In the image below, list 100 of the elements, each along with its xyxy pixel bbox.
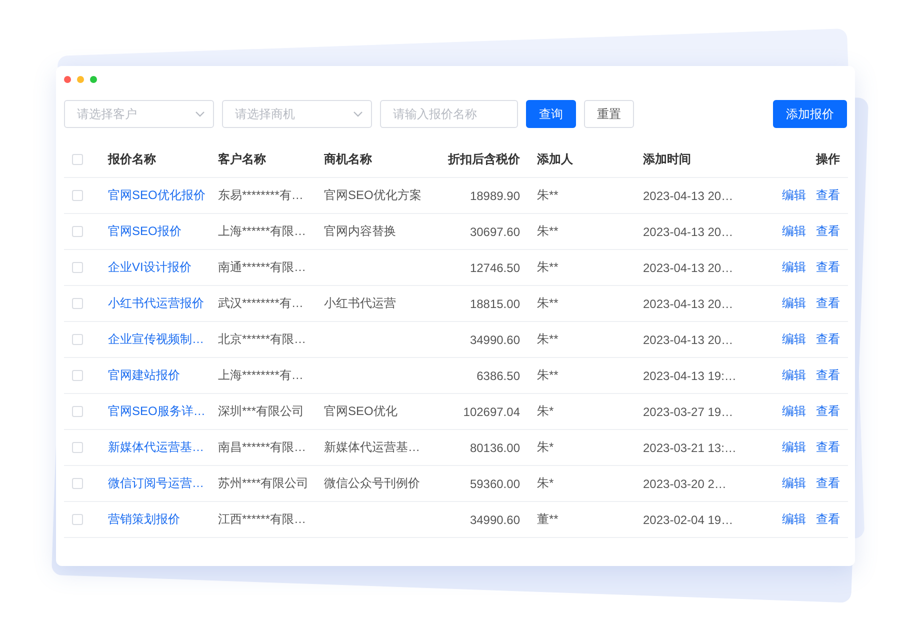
table-cell: 2023-02-04 19… xyxy=(643,512,734,526)
edit-link[interactable]: 编辑 xyxy=(782,187,806,204)
table-cell: 2023-04-13 20… xyxy=(643,332,734,346)
table-cell: 南通******有限… xyxy=(218,259,306,276)
view-link[interactable]: 查看 xyxy=(816,475,840,492)
quote-name-link[interactable]: 营销策划报价 xyxy=(108,511,180,528)
table-cell: 朱** xyxy=(537,295,558,312)
edit-link[interactable]: 编辑 xyxy=(782,259,806,276)
column-header: 商机名称 xyxy=(324,151,372,168)
table-cell: 18815.00 xyxy=(470,296,520,310)
table-cell: 朱* xyxy=(537,439,554,456)
quote-name-link[interactable]: 官网建站报价 xyxy=(108,367,180,384)
column-header: 添加时间 xyxy=(643,151,691,168)
add-quote-button[interactable]: 添加报价 xyxy=(773,100,847,128)
column-header: 客户名称 xyxy=(218,151,266,168)
row-checkbox[interactable] xyxy=(72,406,83,417)
view-link[interactable]: 查看 xyxy=(816,403,840,420)
quote-name-link[interactable]: 微信订阅号运营… xyxy=(108,475,204,492)
table-cell: 2023-03-27 19… xyxy=(643,404,734,418)
quote-name-link[interactable]: 企业VI设计报价 xyxy=(108,259,192,276)
close-icon[interactable] xyxy=(64,76,71,83)
table-cell: 深圳***有限公司 xyxy=(218,403,304,420)
row-checkbox[interactable] xyxy=(72,334,83,345)
table-cell: 2023-04-13 20… xyxy=(643,296,734,310)
table-cell: 朱* xyxy=(537,403,554,420)
table-cell: 朱** xyxy=(537,187,558,204)
column-header: 报价名称 xyxy=(108,151,156,168)
row-checkbox[interactable] xyxy=(72,442,83,453)
edit-link[interactable]: 编辑 xyxy=(782,223,806,240)
quote-name-link[interactable]: 小红书代运营报价 xyxy=(108,295,204,312)
table-cell: 2023-03-20 2… xyxy=(643,476,726,490)
edit-link[interactable]: 编辑 xyxy=(782,439,806,456)
view-link[interactable]: 查看 xyxy=(816,439,840,456)
select-all-checkbox[interactable] xyxy=(72,154,83,165)
edit-link[interactable]: 编辑 xyxy=(782,295,806,312)
table-cell: 小红书代运营 xyxy=(324,295,396,312)
table-cell: 12746.50 xyxy=(470,260,520,274)
quote-name-link[interactable]: 企业宣传视频制… xyxy=(108,331,204,348)
table-cell: 东易********有… xyxy=(218,187,304,204)
table-cell: 80136.00 xyxy=(470,440,520,454)
table-cell: 朱** xyxy=(537,259,558,276)
table-cell: 18989.90 xyxy=(470,188,520,202)
table-cell: 2023-04-13 20… xyxy=(643,224,734,238)
table-cell: 上海******有限… xyxy=(218,223,306,240)
table-cell: 102697.04 xyxy=(463,404,520,418)
minimize-icon[interactable] xyxy=(77,76,84,83)
row-checkbox[interactable] xyxy=(72,190,83,201)
table-cell: 30697.60 xyxy=(470,224,520,238)
table-cell: 朱** xyxy=(537,223,558,240)
maximize-icon[interactable] xyxy=(90,76,97,83)
table-cell: 上海********有… xyxy=(218,367,304,384)
row-checkbox[interactable] xyxy=(72,262,83,273)
table-cell: 2023-04-13 20… xyxy=(643,260,734,274)
edit-link[interactable]: 编辑 xyxy=(782,367,806,384)
row-checkbox[interactable] xyxy=(72,370,83,381)
view-link[interactable]: 查看 xyxy=(816,259,840,276)
table-cell: 武汉********有… xyxy=(218,295,304,312)
view-link[interactable]: 查看 xyxy=(816,331,840,348)
column-header: 折扣后含税价 xyxy=(448,151,520,168)
table-cell: 官网SEO优化方案 xyxy=(324,187,422,204)
column-header: 操作 xyxy=(816,151,840,168)
chevron-down-icon xyxy=(195,111,205,117)
view-link[interactable]: 查看 xyxy=(816,511,840,528)
reset-button[interactable]: 重置 xyxy=(584,100,634,128)
quote-name-link[interactable]: 官网SEO报价 xyxy=(108,223,182,240)
row-checkbox[interactable] xyxy=(72,478,83,489)
table-cell: 2023-03-21 13:… xyxy=(643,440,736,454)
table-cell: 董** xyxy=(537,511,558,528)
edit-link[interactable]: 编辑 xyxy=(782,511,806,528)
quote-name-link[interactable]: 新媒体代运营基… xyxy=(108,439,204,456)
table-cell: 34990.60 xyxy=(470,512,520,526)
row-checkbox[interactable] xyxy=(72,514,83,525)
table-cell: 北京******有限… xyxy=(218,331,306,348)
column-header: 添加人 xyxy=(537,151,573,168)
table-cell: 新媒体代运营基… xyxy=(324,439,420,456)
quote-name-link[interactable]: 官网SEO优化报价 xyxy=(108,187,206,204)
quote-name-link[interactable]: 官网SEO服务详… xyxy=(108,403,206,420)
table-cell: 34990.60 xyxy=(470,332,520,346)
edit-link[interactable]: 编辑 xyxy=(782,403,806,420)
table-cell: 南昌******有限… xyxy=(218,439,306,456)
table-cell: 59360.00 xyxy=(470,476,520,490)
table-cell: 朱** xyxy=(537,367,558,384)
view-link[interactable]: 查看 xyxy=(816,187,840,204)
view-link[interactable]: 查看 xyxy=(816,295,840,312)
table-cell: 江西******有限… xyxy=(218,511,306,528)
table-cell: 朱** xyxy=(537,331,558,348)
table-cell: 官网内容替换 xyxy=(324,223,396,240)
row-checkbox[interactable] xyxy=(72,298,83,309)
edit-link[interactable]: 编辑 xyxy=(782,475,806,492)
table-cell: 2023-04-13 19:… xyxy=(643,368,736,382)
view-link[interactable]: 查看 xyxy=(816,367,840,384)
table-cell: 微信公众号刊例价 xyxy=(324,475,420,492)
quote-name-field[interactable]: 请输入报价名称 xyxy=(380,100,518,128)
table-cell: 官网SEO优化 xyxy=(324,403,398,420)
chevron-down-icon xyxy=(353,111,363,117)
view-link[interactable]: 查看 xyxy=(816,223,840,240)
edit-link[interactable]: 编辑 xyxy=(782,331,806,348)
table-cell: 6386.50 xyxy=(476,368,520,382)
search-button[interactable]: 查询 xyxy=(526,100,576,128)
row-checkbox[interactable] xyxy=(72,226,83,237)
